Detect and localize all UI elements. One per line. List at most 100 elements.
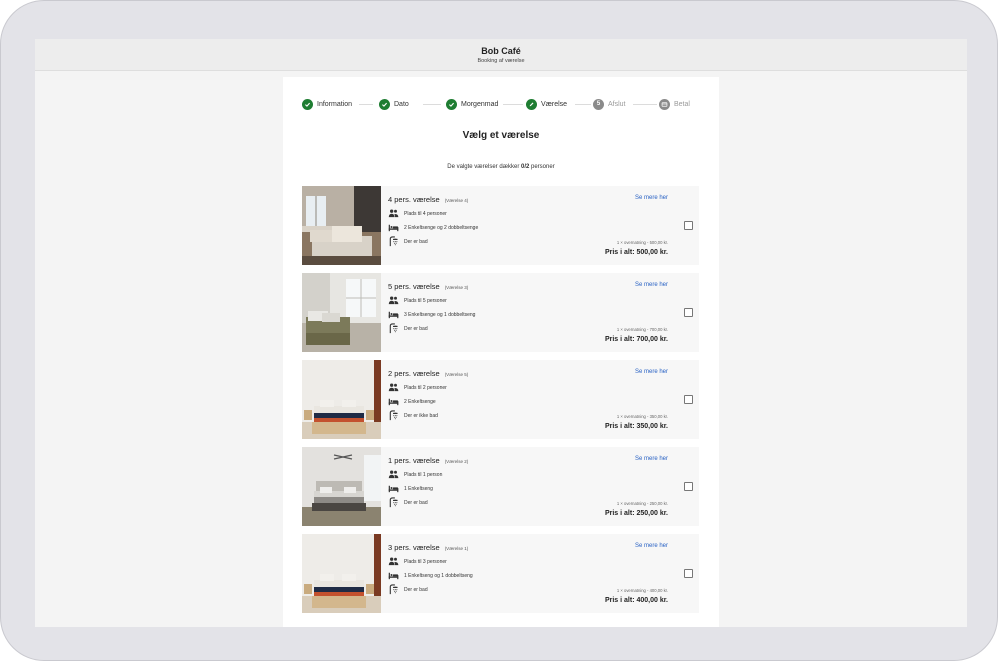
room-select-checkbox[interactable]	[684, 395, 693, 404]
room-nights: 1 × overnatning - 400,00 kr.	[616, 588, 668, 593]
room-beds-extra: 1 dobbeltseng	[444, 311, 476, 318]
see-more-link[interactable]: Se mere her	[635, 543, 668, 549]
bed-icon	[388, 224, 399, 232]
room-select-checkbox[interactable]	[684, 221, 693, 230]
room-title: 3 pers. værelse	[388, 543, 440, 552]
room-card: 3 pers. værelse (Værelse 1) Plads til 3 p…	[302, 534, 699, 613]
room-beds: 1 Enkeltseng	[404, 485, 433, 492]
room-card: 5 pers. værelse (Værelse 3) Plads til 5 p…	[302, 273, 699, 352]
room-select-checkbox[interactable]	[684, 482, 693, 491]
booking-stepper: Information Dato Morgenmad Værelse 5 Afs…	[283, 97, 719, 111]
room-number: (Værelse 5)	[444, 372, 469, 377]
room-capacity: Plads til 5 personer	[404, 297, 447, 304]
room-select-checkbox[interactable]	[684, 308, 693, 317]
room-photo	[302, 273, 381, 352]
room-nights: 1 × overnatning - 350,00 kr.	[616, 414, 668, 419]
see-more-link[interactable]: Se mere her	[635, 282, 668, 288]
people-icon	[388, 383, 399, 392]
room-title: 4 pers. værelse	[388, 195, 440, 204]
step-label: Afslut	[608, 100, 626, 108]
people-icon	[388, 209, 399, 218]
step-label: Værelse	[541, 100, 568, 108]
bed-icon	[388, 311, 399, 319]
room-nights: 1 × overnatning - 700,00 kr.	[616, 327, 668, 332]
room-select-checkbox[interactable]	[684, 569, 693, 578]
room-bath: Der er bad	[404, 325, 428, 332]
check-icon	[302, 98, 313, 110]
see-more-link[interactable]: Se mere her	[635, 369, 668, 375]
step-label: Information	[317, 100, 353, 108]
see-more-link[interactable]: Se mere her	[635, 195, 668, 201]
room-beds: 3 Enkeltsenge	[404, 311, 436, 318]
app-subtitle: Booking af værelse	[477, 58, 525, 64]
room-card: 4 pers. værelse (Værelse 4) Plads til 4 p…	[302, 186, 699, 265]
room-beds-extra: 1 dobbeltseng	[441, 572, 473, 579]
shower-icon	[389, 323, 398, 334]
check-icon	[379, 98, 390, 110]
room-beds: 2 Enkeltsenge	[404, 224, 436, 231]
room-capacity: Plads til 1 person	[404, 471, 443, 478]
room-nights: 1 × overnatning - 500,00 kr.	[616, 240, 668, 245]
room-title: 5 pers. værelse	[388, 282, 440, 291]
shower-icon	[389, 236, 398, 247]
room-card: 2 pers. værelse (Værelse 5) Plads til 2 p…	[302, 360, 699, 439]
room-total: Pris i alt: 350,00 kr.	[604, 423, 668, 430]
card-icon	[659, 98, 670, 110]
step-vaerelse[interactable]: Værelse	[526, 97, 567, 111]
app-bar: Bob Café Booking af værelse	[35, 39, 967, 71]
step-number: 5	[593, 98, 604, 110]
room-bath: Der er bad	[404, 586, 428, 593]
room-photo	[302, 447, 381, 526]
room-capacity: Plads til 3 personer	[404, 558, 447, 565]
room-bath: Der er bad	[404, 499, 428, 506]
room-photo	[302, 186, 381, 265]
step-label: Dato	[394, 100, 409, 108]
step-afslut[interactable]: 5 Afslut	[593, 97, 626, 111]
room-title: 1 pers. værelse	[388, 456, 440, 465]
step-information[interactable]: Information	[302, 97, 352, 111]
room-bath: Der er ikke bad	[404, 412, 438, 419]
room-total: Pris i alt: 500,00 kr.	[604, 249, 668, 256]
step-connector	[575, 104, 591, 105]
step-connector	[633, 104, 657, 105]
booking-card: Information Dato Morgenmad Værelse 5 Afs…	[283, 77, 719, 627]
shower-icon	[389, 584, 398, 595]
coverage-summary: De valgte værelser dækker 0/2 personer	[447, 164, 555, 170]
room-number: (Værelse 2)	[444, 459, 469, 464]
room-card: 1 pers. værelse (Værelse 2) Plads til 1 p…	[302, 447, 699, 526]
room-capacity: Plads til 4 personer	[404, 210, 447, 217]
step-morgenmad[interactable]: Morgenmad	[446, 97, 498, 111]
tablet-frame: Bob Café Booking af værelse Information	[0, 0, 998, 661]
room-number: (Værelse 1)	[444, 546, 469, 551]
step-connector	[423, 104, 441, 105]
check-icon	[446, 98, 457, 110]
room-bath: Der er bad	[404, 238, 428, 245]
people-icon	[388, 557, 399, 566]
see-more-link[interactable]: Se mere her	[635, 456, 668, 462]
room-total: Pris i alt: 250,00 kr.	[604, 510, 668, 517]
room-photo	[302, 360, 381, 439]
room-nights: 1 × overnatning - 250,00 kr.	[616, 501, 668, 506]
app-title: Bob Café	[481, 46, 521, 56]
room-total: Pris i alt: 400,00 kr.	[604, 597, 668, 604]
room-photo	[302, 534, 381, 613]
people-icon	[388, 296, 399, 305]
room-beds: 1 Enkeltseng	[404, 572, 433, 579]
room-beds: 2 Enkeltsenge	[404, 398, 436, 405]
bed-icon	[388, 485, 399, 493]
bed-icon	[388, 572, 399, 580]
app-screen: Bob Café Booking af værelse Information	[35, 39, 967, 627]
shower-icon	[389, 497, 398, 508]
page-title: Vælg et værelse	[462, 130, 540, 141]
step-label: Betal	[674, 100, 690, 108]
shower-icon	[389, 410, 398, 421]
step-connector	[359, 104, 373, 105]
room-capacity: Plads til 2 personer	[404, 384, 447, 391]
pencil-icon	[526, 98, 537, 110]
step-label: Morgenmad	[461, 100, 499, 108]
room-title: 2 pers. værelse	[388, 369, 440, 378]
step-dato[interactable]: Dato	[379, 97, 409, 111]
step-betal[interactable]: Betal	[659, 97, 690, 111]
room-number: (Værelse 3)	[444, 285, 469, 290]
room-beds-extra: 2 dobbeltsenge	[444, 224, 479, 231]
